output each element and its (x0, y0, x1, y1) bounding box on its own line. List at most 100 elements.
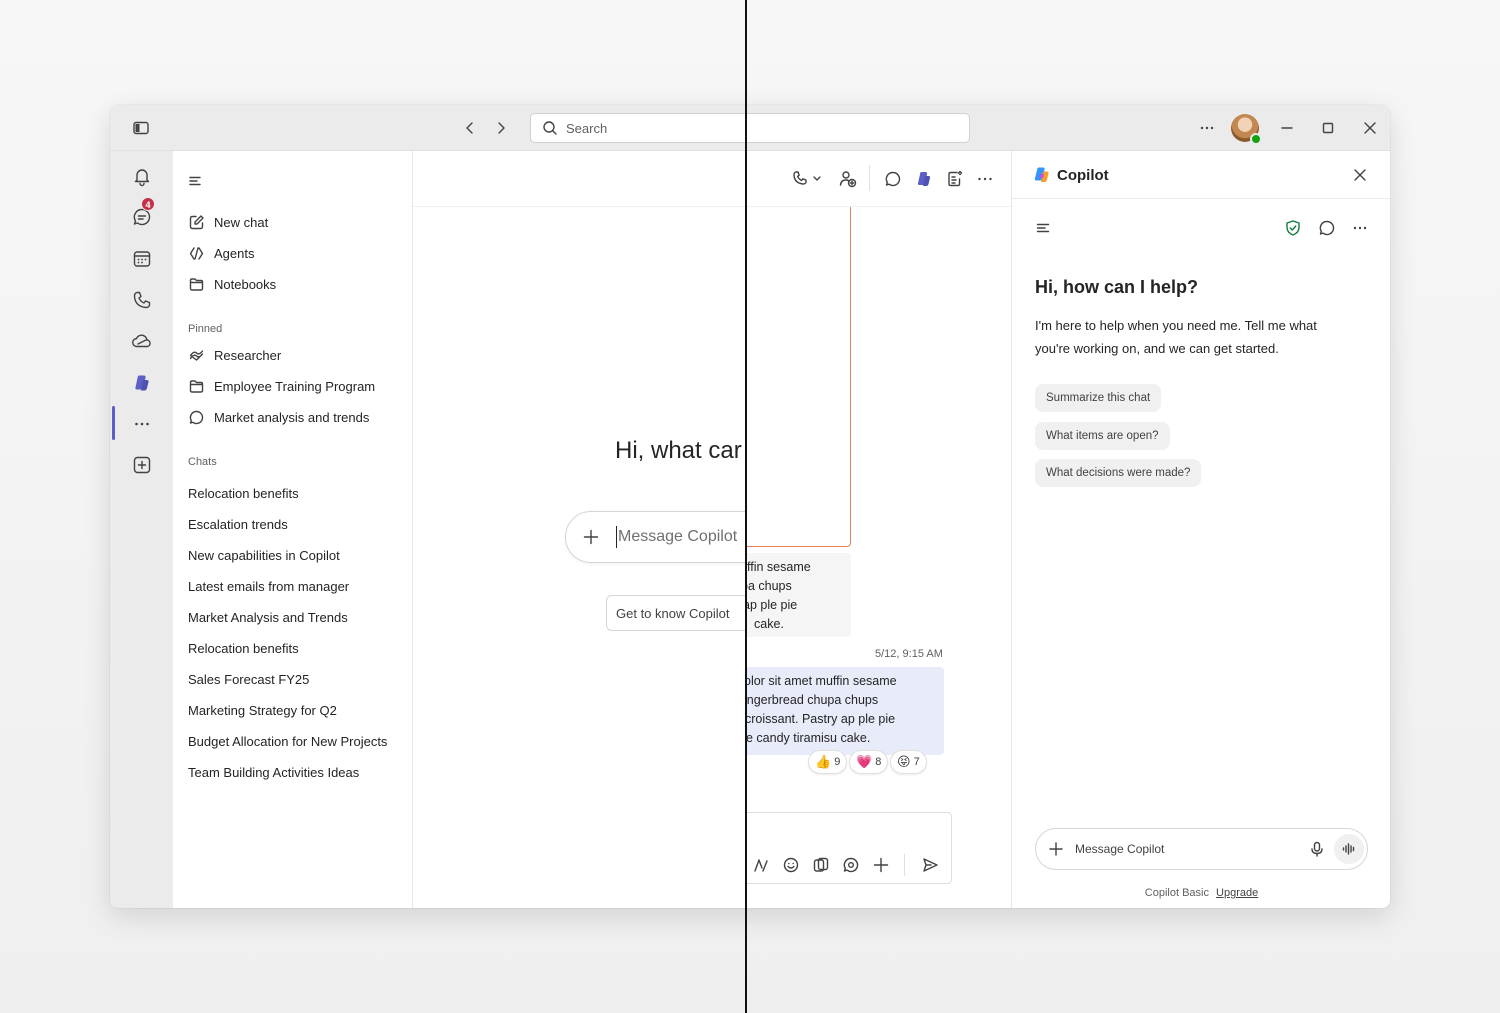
call-dropdown-button[interactable] (791, 168, 825, 190)
rail-more-apps[interactable] (129, 411, 155, 437)
attach-plus-button[interactable] (871, 855, 891, 875)
copilot-pane-message-input[interactable]: Message Copilot (1035, 828, 1368, 870)
bell-icon (134, 169, 150, 187)
more-horizontal-icon (1353, 226, 1367, 230)
chat-more-button[interactable] (974, 168, 996, 190)
hamburger-menu-icon (1036, 223, 1050, 233)
copilot-toggle-button[interactable] (913, 168, 935, 190)
copilot-input-placeholder: Message Copilot (1075, 842, 1165, 856)
chat-list-item[interactable]: Relocation benefits (188, 641, 299, 656)
pinned-item-employee-training[interactable]: Employee Training Program (187, 374, 375, 398)
add-square-icon (133, 456, 151, 474)
copilot-greeting: Hi, what car (615, 437, 742, 464)
format-button[interactable] (751, 855, 771, 875)
main-area: Hi, what car Message Copilot Get to know… (413, 151, 1011, 908)
reaction-heart[interactable]: 💗 8 (849, 750, 889, 774)
rail-add-apps[interactable] (129, 452, 155, 478)
suggestion-chip[interactable]: Summarize this chat (1035, 384, 1162, 412)
chat-add-icon (1319, 220, 1335, 236)
sticker-button[interactable] (811, 855, 831, 875)
pinned-item-label: Market analysis and trends (214, 409, 370, 425)
suggestion-chip[interactable]: What decisions were made? (1035, 459, 1202, 487)
message-line: croissant. Pastry ap ple pie (747, 712, 896, 726)
voice-mode-button[interactable] (1334, 834, 1364, 864)
chat-compose-box[interactable] (747, 812, 952, 884)
highlighted-card (747, 207, 851, 547)
more-horizontal-icon (978, 177, 992, 181)
message-placeholder: Message Copilot (618, 528, 738, 545)
add-people-button[interactable] (837, 168, 859, 190)
rail-calendar[interactable] (129, 246, 155, 272)
upgrade-link[interactable]: Upgrade (1216, 887, 1258, 899)
nav-collapse-button[interactable] (187, 169, 203, 193)
more-options-button[interactable] (1195, 116, 1219, 140)
message-line: ingerbread chupa chups (747, 693, 879, 707)
close-window-button[interactable] (1358, 116, 1382, 140)
chat-list-item[interactable]: Budget Allocation for New Projects (188, 734, 387, 749)
thumbs-up-icon: 👍 (815, 754, 832, 769)
user-avatar[interactable] (1231, 114, 1262, 145)
copilot-icon (917, 172, 931, 186)
pinned-item-market-analysis[interactable]: Market analysis and trends (187, 405, 369, 429)
close-copilot-pane-button[interactable] (1349, 164, 1371, 186)
format-text-icon (754, 859, 768, 872)
nav-new-chat[interactable]: New chat (187, 210, 268, 234)
send-button[interactable] (920, 855, 940, 875)
rail-onedrive[interactable] (129, 328, 155, 354)
nav-agents[interactable]: Agents (187, 241, 254, 265)
get-to-know-copilot-button[interactable]: Get to know Copilot (606, 595, 747, 631)
copilot-more-button[interactable] (1349, 217, 1371, 239)
new-conversation-button[interactable] (1316, 217, 1338, 239)
plus-icon (873, 857, 889, 873)
send-icon (923, 858, 938, 872)
nav-notebooks[interactable]: Notebooks (187, 272, 276, 296)
pinned-item-researcher[interactable]: Researcher (187, 343, 281, 367)
pinned-section-title: Pinned (188, 323, 223, 335)
copilot-hello-heading: Hi, how can I help? (1035, 277, 1199, 297)
message-line: oa chups (747, 579, 792, 593)
compose-icon (187, 213, 205, 231)
copilot-menu-button[interactable] (1032, 217, 1054, 239)
microphone-icon[interactable] (1308, 840, 1326, 858)
emoji-button[interactable] (781, 855, 801, 875)
chat-list-item[interactable]: Relocation benefits (188, 486, 299, 501)
comparison-split-line (745, 0, 747, 1013)
suggestion-chip[interactable]: What items are open? (1035, 422, 1170, 450)
copilot-icon (135, 375, 149, 391)
nav-agents-label: Agents (214, 245, 255, 261)
title-bar: Search (110, 105, 1390, 151)
loop-button[interactable] (841, 855, 861, 875)
chevron-right-icon (498, 122, 505, 134)
open-chat-button[interactable] (882, 168, 904, 190)
message-line: ffin sesame (747, 560, 811, 574)
phone-icon (133, 291, 151, 309)
minimize-icon (1281, 127, 1293, 129)
maximize-button[interactable] (1316, 116, 1340, 140)
received-message: ffin sesame oa chups ap ple pie cake. (747, 553, 851, 637)
reaction-like[interactable]: 👍 9 (808, 750, 848, 774)
pinned-item-label: Employee Training Program (214, 378, 376, 394)
chat-list-item[interactable]: Market Analysis and Trends (188, 610, 348, 625)
reaction-laugh[interactable]: 😝 7 (890, 750, 927, 774)
chat-list-item[interactable]: New capabilities in Copilot (188, 548, 340, 563)
search-icon (543, 121, 557, 135)
minimize-button[interactable] (1275, 116, 1299, 140)
back-button[interactable] (458, 116, 482, 140)
notes-button[interactable] (944, 168, 966, 190)
chat-list-item[interactable]: Escalation trends (188, 517, 288, 532)
chat-list-item[interactable]: Sales Forecast FY25 (188, 672, 309, 687)
search-input[interactable]: Search (530, 113, 970, 143)
protection-button[interactable] (1282, 217, 1304, 239)
chat-list-item[interactable]: Latest emails from manager (188, 579, 349, 594)
chat-list-item[interactable]: Marketing Strategy for Q2 (188, 703, 337, 718)
plus-icon (583, 529, 599, 545)
notes-icon (948, 170, 963, 187)
rail-calls[interactable] (129, 287, 155, 313)
chat-list-item[interactable]: Team Building Activities Ideas (188, 765, 359, 780)
copilot-message-input[interactable]: Message Copilot (565, 511, 747, 563)
rail-copilot[interactable] (129, 370, 155, 396)
reaction-count: 7 (913, 756, 920, 768)
rail-activity[interactable] (129, 163, 155, 189)
forward-button[interactable] (489, 116, 513, 140)
toggle-sidebar-button[interactable] (129, 116, 153, 140)
